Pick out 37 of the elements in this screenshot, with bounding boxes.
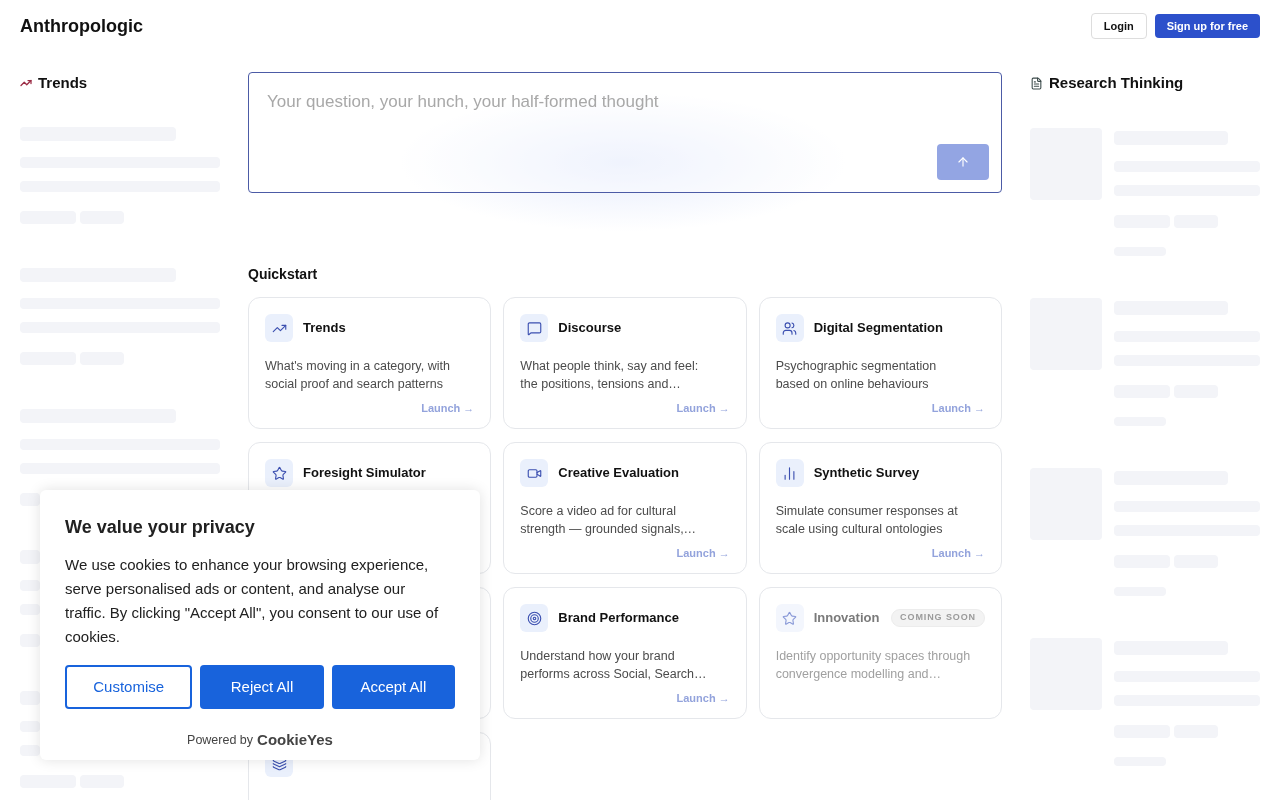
quickstart-card[interactable]: Brand Performance Understand how your brand performs across Social, Search… Launch → (503, 587, 747, 719)
login-button[interactable]: Login (1090, 13, 1147, 39)
coming-soon-badge: COMING SOON (891, 609, 985, 627)
section-title: Trends (38, 73, 88, 93)
card-description: Understand how your brand performs across Social, Search… (520, 648, 708, 683)
quickstart-card[interactable]: Creative Evaluation Score a video ad for cultural strength — grounded signals,… Launch → (503, 442, 747, 574)
cookie-button[interactable]: Accept All (331, 665, 455, 709)
card-description: Score a video ad for cultural strength — grounded signals,… (520, 503, 698, 538)
card-description: Identify opportunity spaces through convergence modelling and… (775, 648, 972, 683)
section-title: Research Thinking (1049, 73, 1184, 93)
prompt-input[interactable]: Your question, your hunch, your half-formed thought (267, 89, 983, 140)
card-title: Foresight Simulator (303, 464, 426, 483)
card-title: Digital Segmentation (813, 319, 943, 338)
card-title: Trends (303, 319, 346, 338)
card-description: Simulate consumer responses at scale using cultural ontologies (775, 503, 959, 538)
banner-text: We use cookies to enhance your browsing experience, serve personalised ads or content, and analyse our traffic. By clicking "Accept All", you consent to our use of cookies. (65, 555, 440, 647)
card-title: Synthetic Survey (813, 464, 920, 483)
card-description: What's moving in a category, with social proof and search patterns (265, 358, 451, 393)
banner-title: We value your privacy (65, 516, 256, 539)
card-title: Creative Evaluation (558, 464, 679, 483)
logo[interactable]: Anthropologic (20, 12, 143, 40)
brand-logo: CookieYes (257, 730, 333, 750)
quickstart-card[interactable]: Digital Segmentation Psychographic segmentation based on online behaviours Launch → (758, 297, 1002, 429)
section-title: Quickstart (248, 265, 318, 284)
powered-by-text: Powered by (187, 731, 254, 749)
card-description: Psychographic segmentation based on online behaviours (775, 358, 938, 393)
quickstart-card[interactable]: Trends What's moving in a category, with social proof and search patterns Launch → (248, 297, 492, 429)
cookie-button[interactable]: Reject All (200, 665, 324, 709)
card-description: What people think, say and feel: the positions, tensions and… (520, 358, 700, 393)
card-title: Innovation (813, 609, 880, 628)
quickstart-card[interactable]: Discourse What people think, say and feel: the positions, tensions and… Launch → (503, 297, 747, 429)
cookie-button[interactable]: Customise (65, 665, 193, 709)
quickstart-card[interactable]: Synthetic Survey Simulate consumer responses at scale using cultural ontologies Launch → (758, 442, 1002, 574)
card-title: Brand Performance (558, 609, 679, 628)
prompt-field[interactable]: Your question, your hunch, your half-formed thought (248, 72, 1002, 193)
signup-button[interactable]: Sign up for free (1154, 14, 1260, 38)
card-title: Discourse (558, 319, 622, 338)
